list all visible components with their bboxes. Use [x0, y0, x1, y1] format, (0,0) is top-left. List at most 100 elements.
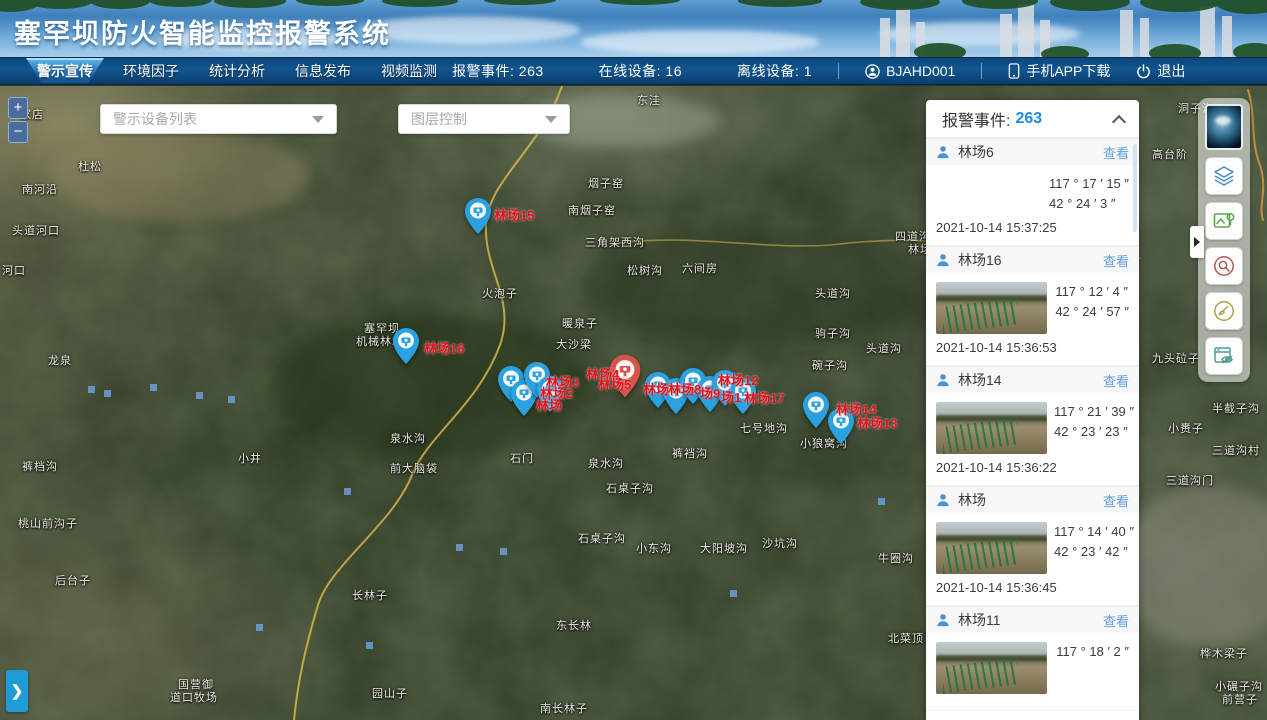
app-title: 塞罕坝防火智能监控报警系统: [14, 12, 391, 51]
alarm-event-item[interactable]: 林场16 查看 117 ° 12 ′ 4 ″ 42 ° 24 ′ 57 ″ 20…: [926, 246, 1139, 366]
left-panel-expand-button[interactable]: ❯: [6, 670, 28, 712]
map-dropdown[interactable]: 警示设备列表: [100, 104, 337, 134]
nav-divider: [981, 63, 982, 79]
alarm-event-list: 林场6 查看 117 ° 17 ′ 15 ″ 42 ° 24 ′ 3 ″ 202…: [926, 138, 1139, 711]
map-place-label: 半截子沟: [1212, 400, 1260, 416]
person-icon: [936, 373, 950, 387]
map-toolbar: [1198, 98, 1250, 382]
chevron-up-icon[interactable]: [1111, 111, 1127, 127]
event-timestamp: 2021-10-14 15:36:53: [926, 338, 1139, 365]
event-coordinates: 117 ° 21 ′ 39 ″ 42 ° 23 ′ 23 ″: [1054, 402, 1136, 454]
device-pin[interactable]: [803, 392, 829, 428]
app-download-button[interactable]: 手机APP下载: [1008, 61, 1110, 81]
event-thumbnail[interactable]: [936, 642, 1047, 694]
view-link[interactable]: 查看: [1103, 143, 1129, 162]
search-icon: [1212, 254, 1236, 278]
map-place-label: 大沙梁: [556, 336, 592, 352]
map-place-label: 龙泉: [48, 352, 72, 368]
person-icon: [936, 613, 950, 627]
map-place-label: 高台阶: [1152, 146, 1188, 162]
latitude: 42 ° 24 ′ 3 ″: [1049, 194, 1129, 214]
logout-label: 退出: [1157, 61, 1185, 81]
event-body: 117 ° 14 ′ 40 ″ 42 ° 23 ′ 42 ″: [926, 513, 1139, 578]
view-link[interactable]: 查看: [1103, 491, 1129, 510]
map-place-label: 小东沟: [636, 540, 672, 556]
event-thumbnail[interactable]: [936, 282, 1047, 334]
nav-tab[interactable]: 视频监测: [366, 58, 452, 84]
event-coordinates: 117 ° 17 ′ 15 ″ 42 ° 24 ′ 3 ″: [1049, 174, 1131, 214]
event-coordinates: 117 ° 18 ′ 2 ″: [1056, 642, 1131, 694]
nav-tab[interactable]: 统计分析: [194, 58, 280, 84]
nav-tab[interactable]: 环境因子: [108, 58, 194, 84]
pin-label: 场1: [721, 387, 741, 406]
map-place-label: 三角架西沟: [585, 234, 645, 250]
map-place-label: 小井: [238, 450, 262, 466]
layers-icon: [1212, 164, 1236, 188]
nav-stat: 在线设备: 16: [599, 61, 682, 81]
map-dropdown[interactable]: 图层控制: [398, 104, 570, 134]
user-menu[interactable]: BJAHD001: [865, 63, 955, 79]
panel-collapse-handle[interactable]: [1190, 226, 1204, 258]
map-place-label: 后台子: [55, 572, 91, 588]
event-coordinates: 117 ° 14 ′ 40 ″ 42 ° 23 ′ 42 ″: [1054, 522, 1136, 574]
view-link[interactable]: 查看: [1103, 371, 1129, 390]
event-coordinates: 117 ° 12 ′ 4 ″ 42 ° 24 ′ 57 ″: [1055, 282, 1131, 334]
map-place-label: 泉水沟: [390, 430, 426, 446]
map-place-label: 东洼: [637, 92, 661, 108]
camera-pin-icon: [465, 198, 491, 234]
map-place-label: 牛圈沟: [878, 550, 914, 566]
alarm-event-item[interactable]: 林场11 查看 117 ° 18 ′ 2 ″: [926, 606, 1139, 711]
device-pin[interactable]: [465, 198, 491, 234]
map-place-label: 头道河口: [12, 222, 60, 238]
map-place-label: 三道沟村: [1212, 442, 1260, 458]
event-thumbnail[interactable]: [936, 402, 1047, 454]
alarm-event-item[interactable]: 林场6 查看 117 ° 17 ′ 15 ″ 42 ° 24 ′ 3 ″ 202…: [926, 138, 1139, 246]
longitude: 117 ° 12 ′ 4 ″: [1055, 282, 1129, 302]
event-body: 117 ° 21 ′ 39 ″ 42 ° 23 ′ 23 ″: [926, 393, 1139, 458]
layers-button[interactable]: [1205, 157, 1243, 195]
view-link[interactable]: 查看: [1103, 251, 1129, 270]
chevron-down-icon: [312, 116, 324, 123]
longitude: 117 ° 17 ′ 15 ″: [1049, 174, 1129, 194]
map-place-label: 南河沿: [22, 181, 58, 197]
view-link[interactable]: 查看: [1103, 611, 1129, 630]
search-area-button[interactable]: [1205, 247, 1243, 285]
event-header: 林场14 查看: [926, 366, 1139, 393]
clear-map-button[interactable]: [1205, 292, 1243, 330]
zoom-out-button[interactable]: −: [8, 121, 28, 143]
nav-tab[interactable]: 信息发布: [280, 58, 366, 84]
map-place-label: 石桌子沟: [578, 530, 626, 546]
app-download-label: 手机APP下载: [1026, 61, 1110, 81]
map-marker-icon: [1212, 209, 1236, 233]
map-place-label: 东长林: [556, 617, 592, 633]
map-annotate-button[interactable]: [1205, 202, 1243, 240]
map-place-label: 暖泉子: [562, 315, 598, 331]
event-header: 林场11 查看: [926, 606, 1139, 633]
basemap-globe-button[interactable]: [1205, 104, 1243, 150]
map-place-label: 三道沟门: [1166, 472, 1214, 488]
map-place-label: 火泡子: [482, 285, 518, 301]
event-timestamp: [926, 698, 1139, 710]
camera-pin-icon: [803, 392, 829, 428]
map-place-label: 南烟子窑: [568, 202, 616, 218]
hide-window-button[interactable]: [1205, 337, 1243, 375]
alarm-event-item[interactable]: 林场 查看 117 ° 14 ′ 40 ″ 42 ° 23 ′ 42 ″ 202…: [926, 486, 1139, 606]
pin-label: 林场16: [424, 338, 464, 357]
alarm-event-item[interactable]: 林场14 查看 117 ° 21 ′ 39 ″ 42 ° 23 ′ 23 ″ 2…: [926, 366, 1139, 486]
event-thumbnail[interactable]: [936, 522, 1047, 574]
longitude: 117 ° 18 ′ 2 ″: [1056, 642, 1129, 662]
map-place-label: 裤档沟: [22, 458, 58, 474]
event-name: 林场14: [958, 370, 1002, 390]
map-place-label: 裤裆沟: [672, 445, 708, 461]
nav-tab[interactable]: 警示宣传: [22, 58, 108, 84]
map-place-label: 园山子: [372, 685, 408, 701]
logout-button[interactable]: 退出: [1136, 61, 1185, 81]
map-place-label: 烟子窑: [588, 175, 624, 191]
map-place-label: 松树沟: [627, 262, 663, 278]
map-place-label: 河口: [2, 262, 26, 278]
zoom-in-button[interactable]: +: [8, 97, 28, 119]
device-pin[interactable]: [393, 328, 419, 364]
map-place-label: 头道沟: [815, 285, 851, 301]
map-place-label: 桦木梁子: [1200, 645, 1248, 661]
panel-scrollbar[interactable]: [1133, 144, 1137, 232]
